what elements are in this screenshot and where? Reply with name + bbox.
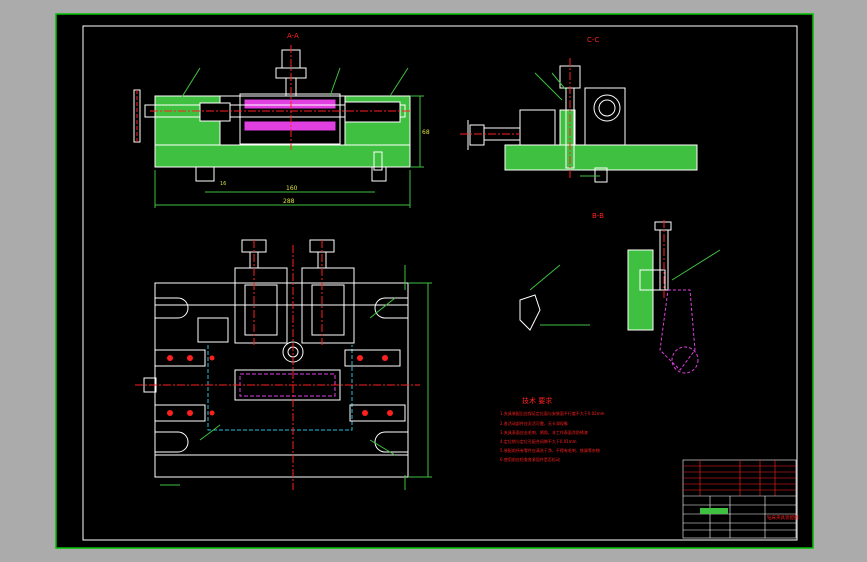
notes-line-6: 6.使用前应检查各紧固件是否松动 [500,456,560,462]
dim-aa-height: 68 [422,129,430,136]
section-bb-label: B-B [592,212,604,220]
dim-aa-small: 16 [220,181,226,187]
section-aa-label: A-A [287,32,299,40]
notes-line-4: 4.定位销与定位孔配合间隙不大于0.01mm [500,438,577,444]
section-cc-label: C-C [587,36,599,44]
sheet-background [55,13,814,549]
cad-drawing-canvas: A-A 288 160 68 16 C-C B-B 技术 要求 1.夹具装配后应… [55,13,814,549]
dim-aa-overall: 288 [283,198,295,205]
drawing-title: 钻床夹具装配图 [767,514,799,521]
notes-line-5: 5.装配前所有零件应清洗干净，不得有毛刺、铁屑等杂物 [500,447,600,453]
notes-heading: 技术 要求 [522,396,552,405]
notes-line-1: 1.夹具装配后应保证定位面与安装面平行度不大于0.02mm [500,410,605,416]
notes-line-3: 3.夹具表面应去毛刺、倒角，非工作表面涂防锈漆 [500,429,588,435]
dim-aa-inner: 160 [286,185,298,192]
notes-line-2: 2.各活动部件应灵活可靠，无卡滞现象 [500,420,568,426]
